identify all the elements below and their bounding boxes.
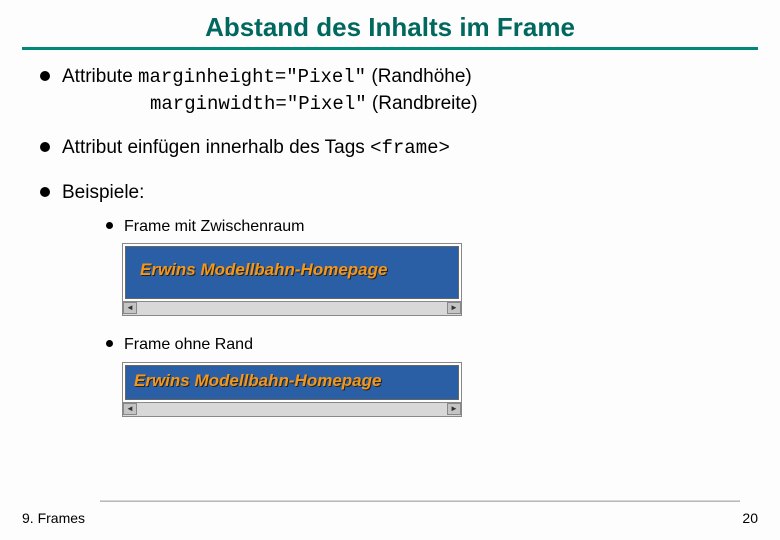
code-marginheight: marginheight="Pixel" (138, 66, 366, 88)
banner-text: Erwins Modellbahn-Homepage (132, 255, 395, 288)
code-frame-tag: <frame> (370, 137, 450, 159)
text: Attribute (62, 66, 138, 87)
scrollbar: ◄ ► (122, 302, 462, 316)
scroll-left-icon: ◄ (123, 302, 137, 314)
sub-bullet-list: Frame mit Zwischenraum (62, 216, 758, 238)
example-with-margin: Erwins Modellbahn-Homepage ◄ ► (122, 243, 462, 316)
main-bullet-list: Attribute marginheight="Pixel" (Randhöhe… (22, 64, 758, 417)
scrollbar: ◄ ► (122, 403, 462, 417)
slide-title: Abstand des Inhalts im Frame (22, 12, 758, 47)
bullet-attribute: Attribute marginheight="Pixel" (Randhöhe… (40, 64, 758, 117)
sub-bullet-mit-zwischenraum: Frame mit Zwischenraum (106, 216, 758, 238)
text: Beispiele: (62, 182, 144, 203)
bullet-attribut-einfuegen: Attribut einfügen innerhalb des Tags <fr… (40, 135, 758, 162)
title-underline (22, 47, 758, 50)
sub-bullet-list-2: Frame ohne Rand (62, 334, 758, 356)
scroll-right-icon: ► (447, 403, 461, 415)
scroll-left-icon: ◄ (123, 403, 137, 415)
text: (Randhöhe) (366, 66, 472, 87)
text: Attribut einfügen innerhalb des Tags (62, 137, 370, 158)
text: (Randbreite) (367, 93, 478, 114)
footer-rule (100, 500, 740, 502)
example-without-margin: Erwins Modellbahn-Homepage ◄ ► (122, 362, 462, 417)
footer-page-number: 20 (742, 510, 758, 526)
code-marginwidth: marginwidth="Pixel" (150, 93, 367, 115)
footer-chapter: 9. Frames (22, 510, 85, 526)
banner-text: Erwins Modellbahn-Homepage (126, 366, 389, 399)
slide-footer: 9. Frames 20 (22, 510, 758, 526)
scroll-right-icon: ► (447, 302, 461, 314)
sub-bullet-ohne-rand: Frame ohne Rand (106, 334, 758, 356)
bullet-beispiele: Beispiele: Frame mit Zwischenraum Erwins… (40, 180, 758, 417)
